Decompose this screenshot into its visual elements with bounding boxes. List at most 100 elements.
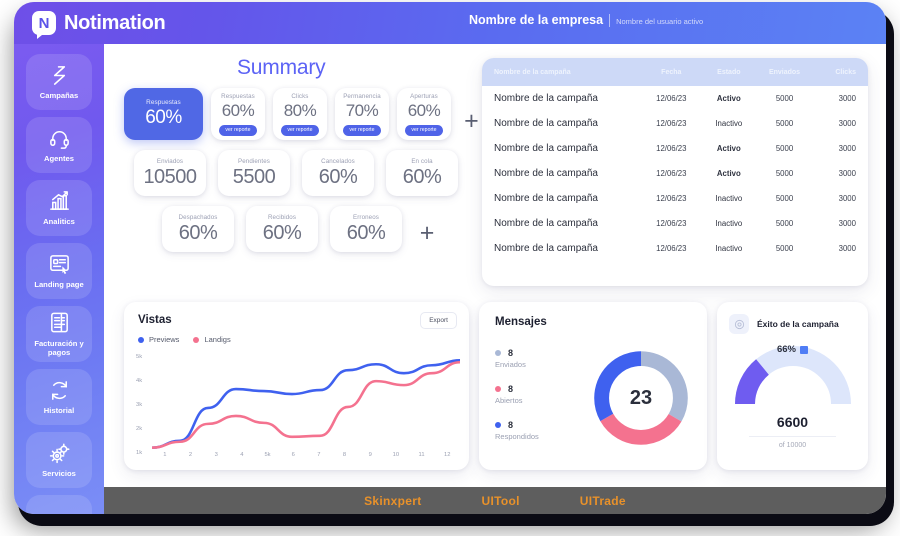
vistas-title: Vistas xyxy=(138,314,172,326)
kpi-card[interactable]: Despachados 60% xyxy=(162,206,234,252)
kpi-card[interactable]: Erroneos 60% xyxy=(330,206,402,252)
app-logo[interactable]: N Notimation xyxy=(14,11,166,39)
y-tick-label: 5k xyxy=(136,354,143,360)
sidebar-item-agentes[interactable]: Agentes xyxy=(26,117,92,173)
legend-item: Previews xyxy=(138,335,179,344)
table-row[interactable]: Nombre de la campaña 12/06/23 Inactivo 5000… xyxy=(482,186,868,211)
kpi-card-primary[interactable]: Respuestas 60% xyxy=(124,88,203,140)
kpi-card[interactable]: Cancelados 60% xyxy=(302,150,374,196)
kpi-label: Erroneos xyxy=(353,213,379,221)
x-tick-label: 6 xyxy=(291,452,295,458)
footer-brand[interactable]: Skinxpert xyxy=(364,494,421,508)
kpi-label: Recibidos xyxy=(267,213,297,221)
sidebar: Campañas Agentes Analitics Landing page Fact… xyxy=(14,44,104,514)
x-tick-label: 11 xyxy=(418,452,425,458)
cell-name: Nombre de la campaña xyxy=(494,218,598,229)
sidebar-item-facturaci-n-y-pagos[interactable]: Facturación y pagos xyxy=(26,306,92,362)
table-column-header[interactable]: Enviados xyxy=(758,69,812,76)
table-row[interactable]: Nombre de la campaña 12/06/23 Inactivo 5000… xyxy=(482,236,868,261)
company-name: Nombre de la empresa xyxy=(469,13,604,27)
x-tick-label: 9 xyxy=(368,452,372,458)
cell-date: 12/06/23 xyxy=(656,194,687,203)
donut-chart: 23 xyxy=(589,346,693,450)
x-tick-label: 12 xyxy=(444,452,451,458)
table-column-header[interactable]: Estado xyxy=(700,69,758,76)
logo-letter: N xyxy=(38,14,50,32)
active-user-label: Nombre del usuario activo xyxy=(616,17,704,26)
kpi-value: 80% xyxy=(283,100,317,120)
table-row[interactable]: Nombre de la campaña 12/06/23 Inactivo 5000… xyxy=(482,111,868,136)
kpi-label: Permanencia xyxy=(343,92,381,100)
kpi-card[interactable]: Enviados 10500 xyxy=(134,150,206,196)
kpi-label: Respuestas xyxy=(146,99,181,106)
add-kpi-button-2[interactable]: + xyxy=(414,220,440,246)
kpi-card[interactable]: Pendientes 5500 xyxy=(218,150,290,196)
y-axis-ticks: 1k 2k 3k 4k 5k xyxy=(136,354,152,456)
exito-title: Éxito de la campaña xyxy=(757,319,839,329)
logo-text: Notimation xyxy=(64,11,166,34)
footer-brand[interactable]: UITool xyxy=(482,494,520,508)
table-row[interactable]: Nombre de la campaña 12/06/23 Activo 5000 30… xyxy=(482,86,868,111)
divider xyxy=(749,436,836,437)
kpi-card-report[interactable]: Aperturas 60% ver reporte xyxy=(396,88,451,140)
x-tick-label: 2 xyxy=(188,452,193,458)
gauge-total-label: of 10000 xyxy=(778,442,807,449)
sidebar-item-servicios[interactable]: Servicios xyxy=(26,432,92,488)
kpi-value: 60% xyxy=(221,100,255,120)
legend-label: Previews xyxy=(149,335,180,344)
app-header: N Notimation Nombre de la empresa Nombre… xyxy=(14,2,886,44)
cell-date: 12/06/23 xyxy=(656,144,687,153)
sidebar-item-campa-as[interactable]: Campañas xyxy=(26,54,92,110)
y-tick-label: 4k xyxy=(136,378,143,384)
sidebar-item-label: Campañas xyxy=(39,91,79,101)
kpi-card[interactable]: Recibidos 60% xyxy=(246,206,318,252)
view-report-button[interactable]: ver reporte xyxy=(343,124,381,136)
mensajes-label: Abiertos xyxy=(495,396,523,405)
add-kpi-button[interactable]: + xyxy=(459,108,484,134)
cell-clicks: 3000 xyxy=(838,119,856,128)
table-column-header[interactable]: Fecha xyxy=(643,69,701,76)
status-badge: Activo xyxy=(716,94,741,103)
sidebar-item-analitics[interactable]: Analitics xyxy=(26,180,92,236)
x-tick-label: 8 xyxy=(342,452,347,458)
sidebar-item-label: Servicios xyxy=(42,469,76,479)
table-row[interactable]: Nombre de la campaña 12/06/23 Inactivo 5000… xyxy=(482,211,868,236)
view-report-button[interactable]: ver reporte xyxy=(219,124,257,136)
gauge-percent-wrap: 66% xyxy=(717,344,868,355)
x-tick-label: 5k xyxy=(264,452,271,458)
kpi-value: 60% xyxy=(402,165,442,188)
cell-name: Nombre de la campaña xyxy=(494,168,598,179)
cell-name: Nombre de la campaña xyxy=(494,93,598,104)
mensajes-value: 8 xyxy=(508,384,514,394)
notimation-logo-icon: N xyxy=(32,11,56,39)
x-axis-ticks: 1 2 3 4 5k 6 7 8 9 10 11 12 xyxy=(152,452,460,458)
table-row[interactable]: Nombre de la campaña 12/06/23 Activo 5000 30… xyxy=(482,136,868,161)
table-column-header[interactable]: Nombre de la campaña xyxy=(494,69,643,76)
gauge-value: 6600 xyxy=(776,414,809,430)
table-column-header[interactable]: Clicks xyxy=(811,69,856,76)
mensajes-legend-item: 8 Respondidos xyxy=(495,420,539,441)
sidebar-item-landing-page[interactable]: Landing page xyxy=(26,243,92,299)
kpi-card[interactable]: En cola 60% xyxy=(386,150,458,196)
mensajes-legend: 8 Enviados 8 Abiertos 8 Respondidos xyxy=(495,348,539,456)
cell-clicks: 3000 xyxy=(838,169,856,178)
sidebar-item-historial[interactable]: Historial xyxy=(26,369,92,425)
sidebar-item-label: Facturación y pagos xyxy=(34,338,84,357)
status-badge: Activo xyxy=(716,144,741,153)
view-report-button[interactable]: ver reporte xyxy=(405,124,443,136)
export-button[interactable]: Export xyxy=(420,312,457,329)
main-content: Summary Respuestas 60% Respuestas 60% ver … xyxy=(104,44,886,487)
sidebar-item-more[interactable] xyxy=(26,495,92,514)
kpi-card-report[interactable]: Permanencia 70% ver reporte xyxy=(334,88,389,140)
view-report-button[interactable]: ver reporte xyxy=(281,124,319,136)
cell-date: 12/06/23 xyxy=(656,94,687,103)
status-badge: Inactivo xyxy=(715,244,743,253)
kpi-card-report[interactable]: Respuestas 60% ver reporte xyxy=(210,88,265,140)
table-row[interactable]: Nombre de la campaña 12/06/23 Activo 5000 30… xyxy=(482,161,868,186)
status-badge: Inactivo xyxy=(715,119,743,128)
donut-center-value: 23 xyxy=(629,386,653,409)
kpi-card-report[interactable]: Clicks 80% ver reporte xyxy=(272,88,327,140)
kpi-value: 60% xyxy=(318,165,358,188)
footer-brand[interactable]: UITrade xyxy=(580,494,626,508)
cell-clicks: 3000 xyxy=(838,219,856,228)
